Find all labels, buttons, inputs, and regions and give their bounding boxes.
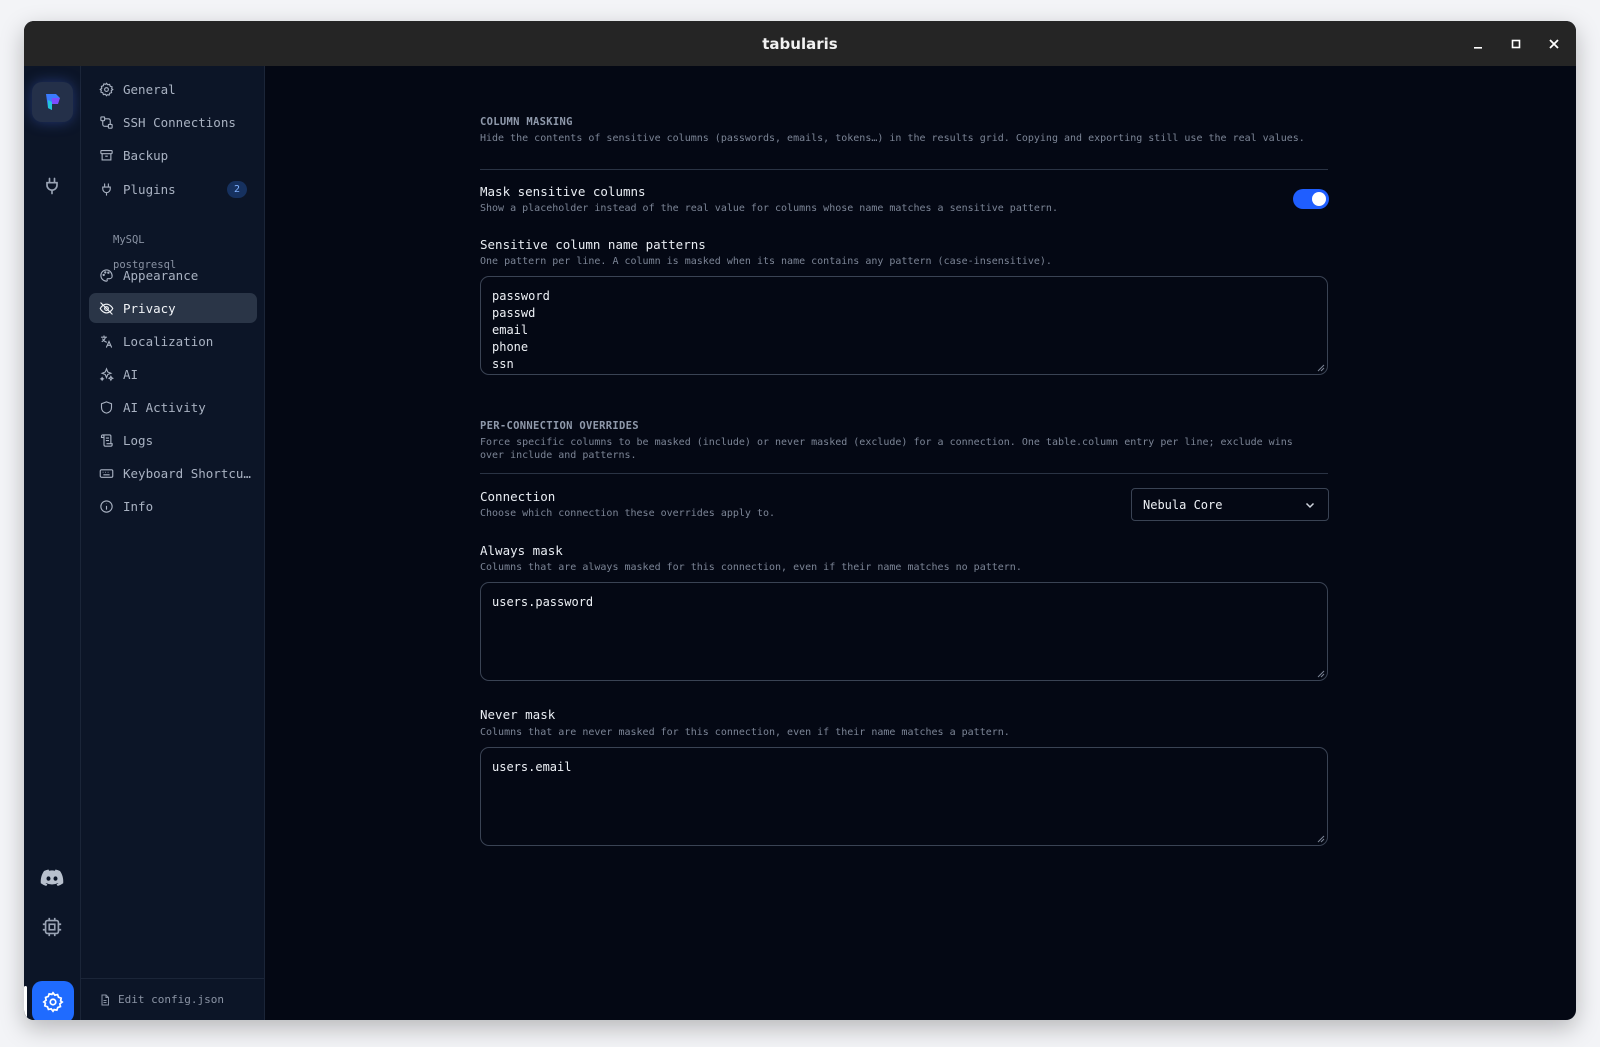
shield-icon [100, 400, 113, 414]
sidebar-item-general[interactable]: General [89, 74, 257, 104]
sidebar-item-label: General [123, 81, 176, 97]
connection-select[interactable]: Nebula Core [1131, 488, 1329, 521]
palette-icon [100, 268, 113, 282]
title-bar: tabularis [24, 21, 1576, 66]
never-mask-label: Never mask [480, 707, 556, 722]
section-divider [480, 473, 1328, 474]
gear-icon [99, 81, 114, 97]
keyboard-icon [99, 468, 114, 478]
info-icon [100, 499, 113, 513]
never-mask-value: users.email [492, 760, 572, 774]
sparkles-icon [99, 366, 114, 381]
patterns-textarea[interactable]: password passwd email phone ssn [480, 276, 1328, 375]
mask-sensitive-description: Show a placeholder instead of the real v… [480, 203, 1058, 214]
pattern-line: password [492, 289, 550, 303]
sidebar-item-ai-activity[interactable]: AI Activity [89, 392, 257, 422]
main-panel: COLUMN MASKING Hide the contents of sens… [266, 66, 1576, 1020]
sidebar-item-info[interactable]: Info [89, 491, 257, 521]
plug-icon [102, 182, 111, 196]
pattern-line: ssn [492, 357, 514, 371]
sidebar-item-label: Backup [123, 147, 169, 163]
toggle-knob [1312, 192, 1326, 206]
sidebar-item-label: AI [123, 366, 139, 382]
patterns-label: Sensitive column name patterns [480, 237, 706, 252]
pattern-line: passwd [492, 306, 536, 320]
plugins-count-badge: 2 [227, 181, 247, 198]
plug-icon[interactable] [38, 172, 66, 200]
pattern-line: email [492, 323, 529, 337]
minimize-icon[interactable] [1470, 36, 1486, 52]
sidebar-item-label: Keyboard Shortcuts [123, 465, 251, 481]
overrides-description: Force specific columns to be masked (inc… [480, 437, 1293, 461]
section-divider [480, 169, 1328, 170]
mask-sensitive-toggle[interactable] [1293, 189, 1329, 209]
connection-label: Connection [480, 489, 556, 504]
sidebar-item-ssh-connections[interactable]: SSH Connections [89, 107, 257, 137]
sidebar-item-label: Plugins [123, 181, 176, 197]
settings-sidebar: General SSH Connections Backup Plugins 2… [81, 66, 265, 1020]
pattern-line: phone [492, 340, 529, 354]
resize-handle-icon[interactable] [1317, 835, 1325, 843]
sidebar-item-backup[interactable]: Backup [89, 140, 257, 170]
edit-config-link[interactable]: Edit config.json [81, 978, 264, 1020]
sidebar-item-localization[interactable]: Localization [89, 326, 257, 356]
column-masking-title: COLUMN MASKING [480, 116, 573, 128]
settings-gear-icon[interactable] [32, 981, 74, 1020]
edit-config-label: Edit config.json [118, 993, 224, 1006]
window-controls [1470, 21, 1562, 66]
plugin-sub-item-mysql[interactable]: MySQL [113, 234, 145, 246]
always-mask-textarea[interactable]: users.password [480, 582, 1328, 681]
mask-sensitive-label: Mask sensitive columns [480, 184, 646, 199]
sidebar-item-label: Privacy [123, 300, 176, 316]
sidebar-item-label: Localization [123, 333, 214, 349]
window-title: tabularis [762, 34, 838, 53]
app-window: tabularis General SSH Connections Backup… [24, 21, 1576, 1020]
chevron-down-icon [1305, 502, 1315, 509]
sidebar-item-label: AI Activity [123, 399, 206, 415]
sidebar-item-label: Appearance [123, 267, 199, 283]
sidebar-item-label: SSH Connections [123, 114, 236, 130]
overrides-title: PER-CONNECTION OVERRIDES [480, 420, 639, 432]
sidebar-item-label: Logs [123, 432, 154, 448]
file-icon [101, 994, 109, 1005]
resize-handle-icon[interactable] [1317, 670, 1325, 678]
resize-handle-icon[interactable] [1317, 364, 1325, 372]
sidebar-item-ai[interactable]: AI [89, 359, 257, 389]
app-logo-icon[interactable] [32, 82, 73, 122]
close-icon[interactable] [1546, 36, 1562, 52]
eye-off-icon [99, 301, 114, 315]
discord-icon[interactable] [38, 864, 66, 892]
active-indicator [24, 986, 27, 1018]
always-mask-label: Always mask [480, 543, 563, 558]
maximize-icon[interactable] [1508, 36, 1524, 52]
connection-description: Choose which connection these overrides … [480, 508, 776, 519]
sidebar-item-logs[interactable]: Logs [89, 425, 257, 455]
connection-select-value: Nebula Core [1143, 497, 1223, 512]
cpu-icon[interactable] [38, 913, 66, 941]
always-mask-description: Columns that are always masked for this … [480, 562, 1022, 573]
archive-icon [100, 149, 113, 160]
always-mask-value: users.password [492, 595, 594, 609]
never-mask-textarea[interactable]: users.email [480, 747, 1328, 846]
column-masking-description: Hide the contents of sensitive columns (… [480, 133, 1305, 144]
patterns-description: One pattern per line. A column is masked… [480, 256, 1052, 267]
translate-icon [100, 334, 113, 348]
sidebar-item-appearance[interactable]: Appearance [89, 260, 257, 290]
sidebar-item-privacy[interactable]: Privacy [89, 293, 257, 323]
never-mask-description: Columns that are never masked for this c… [480, 727, 1010, 738]
sidebar-item-label: Info [123, 498, 154, 514]
sidebar-item-keyboard-shortcuts[interactable]: Keyboard Shortcuts [89, 458, 257, 488]
icon-rail [24, 66, 81, 1020]
network-icon [100, 115, 113, 129]
scroll-icon [100, 433, 113, 447]
sidebar-item-plugins[interactable]: Plugins 2 [89, 174, 257, 204]
